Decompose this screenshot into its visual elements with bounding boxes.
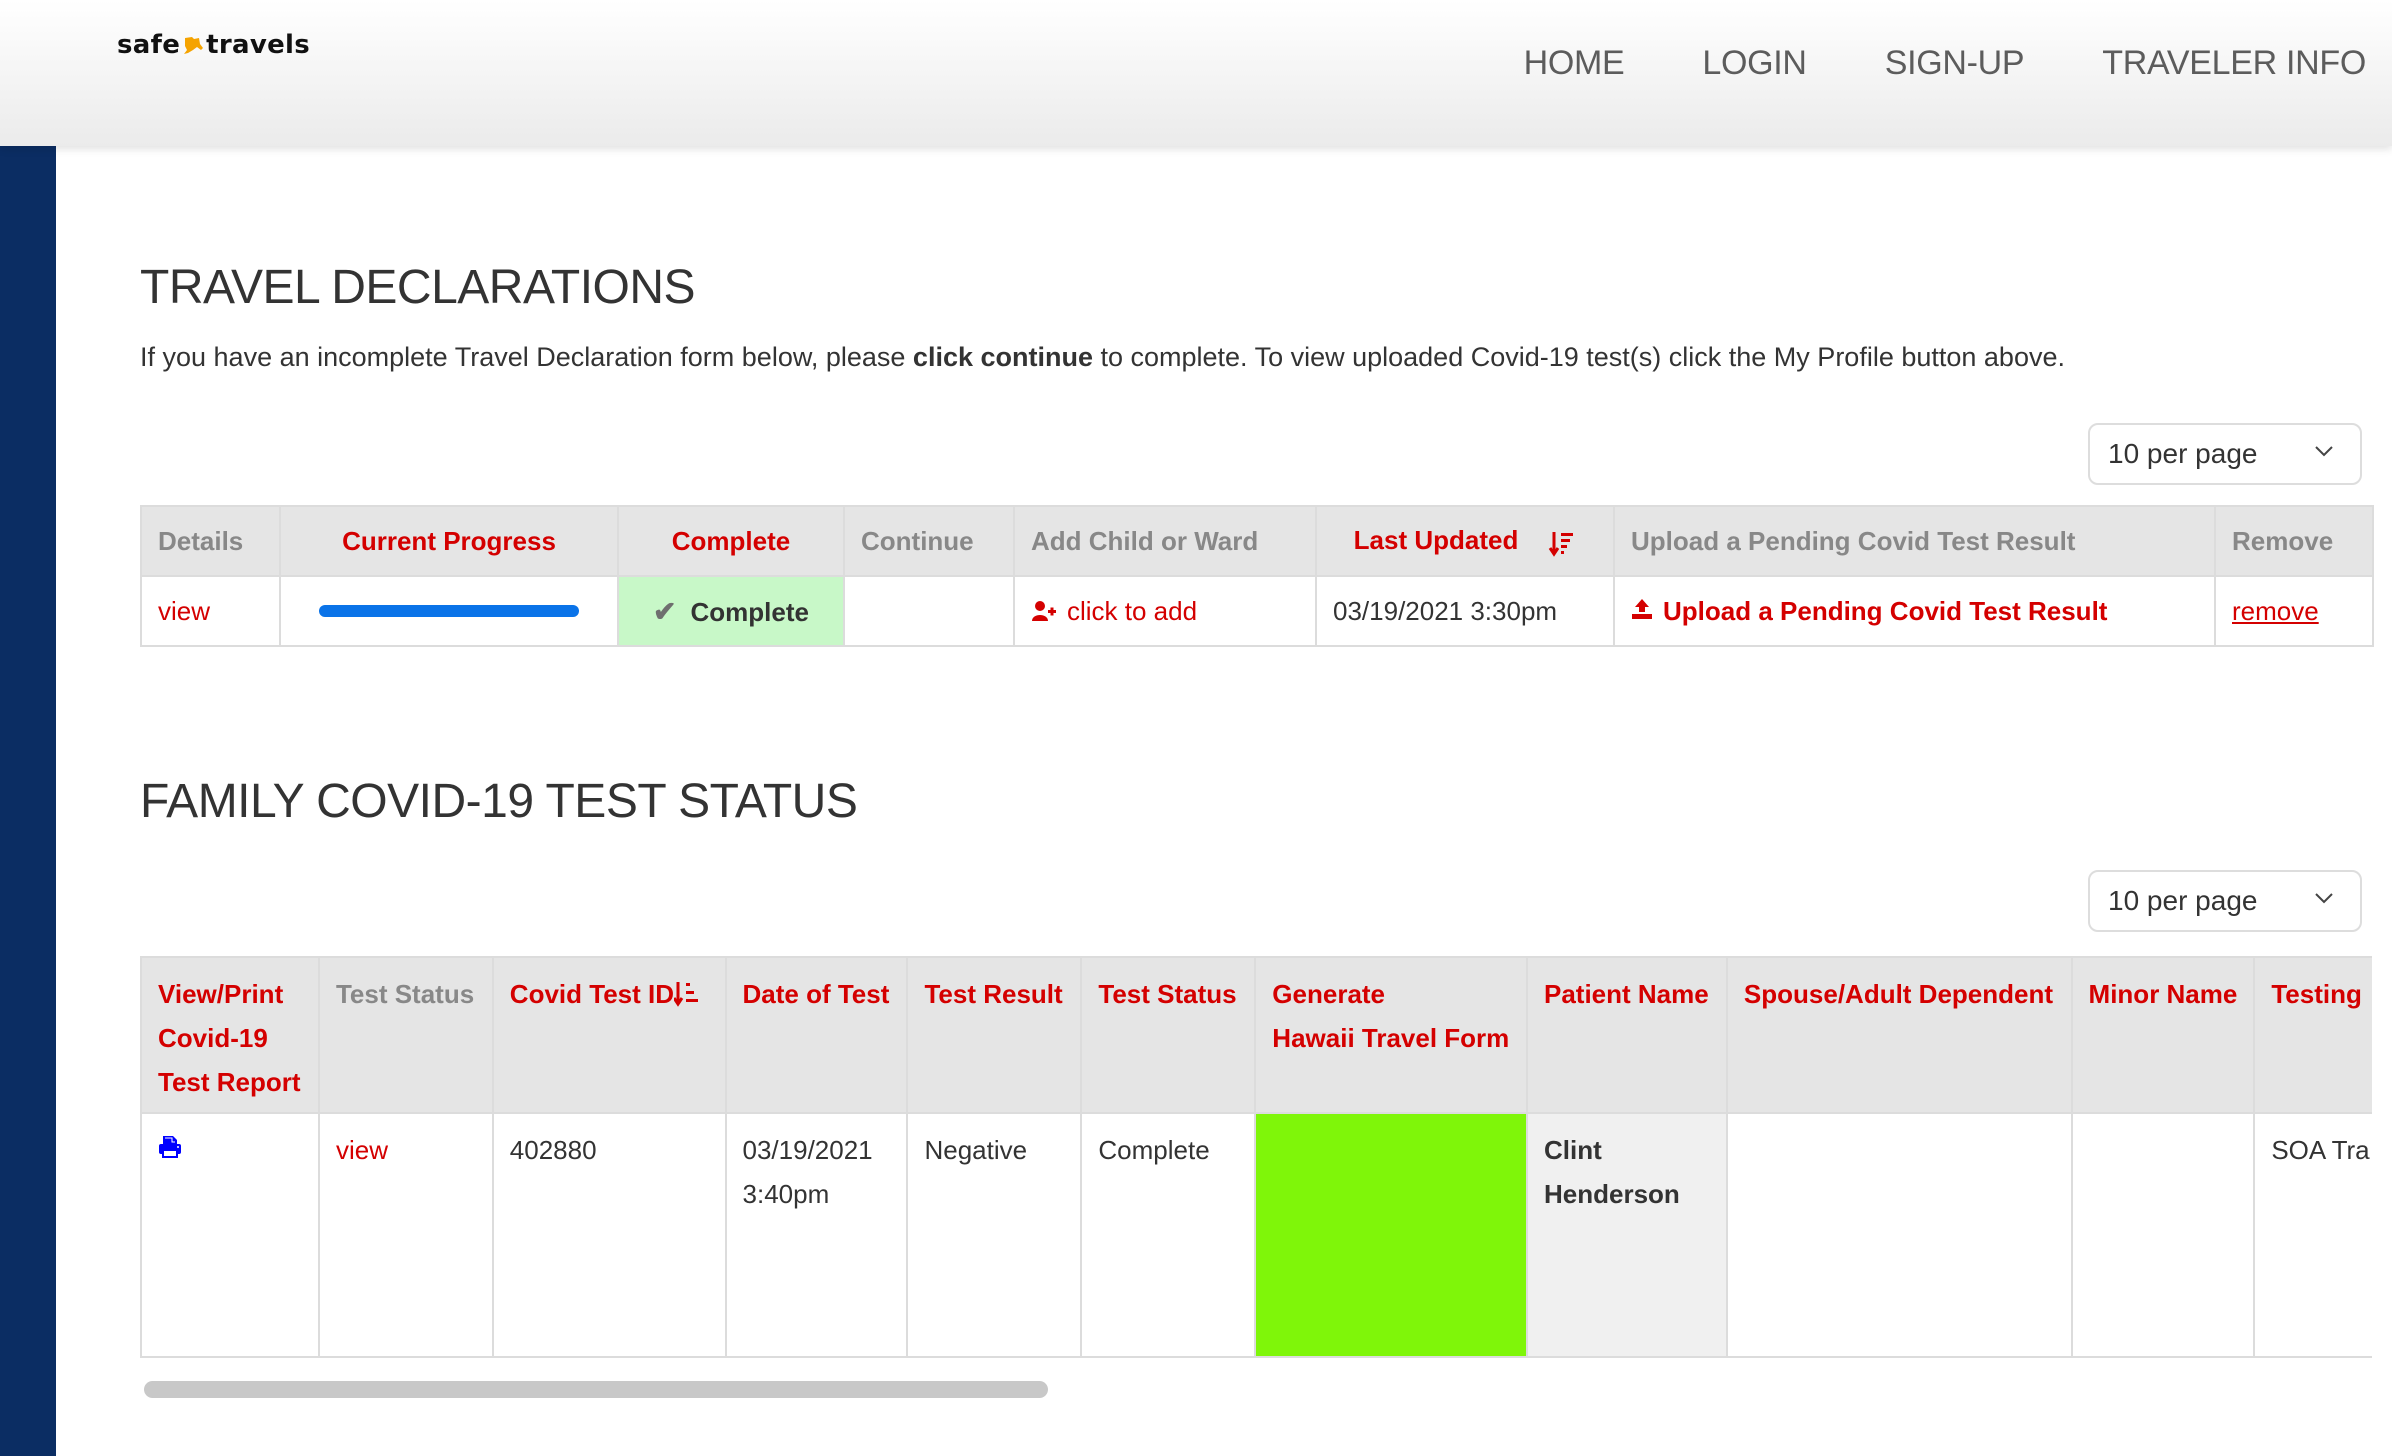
patient-first-name: Clint	[1543, 1135, 1602, 1165]
add-child-link[interactable]: click to add	[1031, 596, 1197, 626]
declarations-per-page-select[interactable]: 10 per page	[2088, 423, 2362, 485]
table-row: view 402880 03/19/2021 3:40pm Negative Co…	[140, 1112, 2372, 1358]
col-test-status-1[interactable]: Test Status	[317, 956, 494, 1114]
col-testing[interactable]: Testing	[2253, 956, 2372, 1114]
test-time: 3:40pm	[742, 1179, 830, 1209]
col-test-status-2[interactable]: Test Status	[1080, 956, 1257, 1114]
last-updated-label: Last Updated	[1353, 525, 1519, 556]
testing-cell: SOA Tra	[2253, 1112, 2372, 1358]
progress-bar	[319, 605, 579, 617]
sort-desc-icon[interactable]	[1548, 529, 1576, 557]
col-view-print[interactable]: View/Print Covid-19 Test Report	[140, 956, 320, 1114]
header-line: Test Report	[158, 1067, 301, 1097]
logo-text-safe: safe	[117, 30, 181, 60]
view-link[interactable]: view	[158, 596, 210, 626]
intro-bold: click continue	[912, 342, 1093, 372]
check-icon: ✔	[653, 595, 677, 627]
covid-test-id-cell: 402880	[491, 1112, 727, 1358]
nav-traveler-info[interactable]: TRAVELER INFO	[2102, 44, 2366, 83]
col-remove[interactable]: Remove	[2214, 505, 2374, 577]
nav-sign-up[interactable]: SIGN-UP	[1885, 44, 2025, 83]
col-patient-name[interactable]: Patient Name	[1525, 956, 1728, 1114]
col-add-child[interactable]: Add Child or Ward	[1013, 505, 1317, 577]
generate-hawaii-form-cell[interactable]	[1254, 1112, 1528, 1358]
col-complete[interactable]: Complete	[617, 505, 845, 577]
chevron-down-icon	[2315, 446, 2333, 457]
add-child-cell: click to add	[1013, 575, 1317, 647]
declarations-intro: If you have an incomplete Travel Declara…	[140, 342, 2065, 373]
col-minor-name[interactable]: Minor Name	[2070, 956, 2256, 1114]
nav-login[interactable]: LOGIN	[1702, 44, 1807, 83]
intro-text-1: If you have an incomplete Travel Declara…	[140, 342, 913, 372]
header-line: Hawaii Travel Form	[1272, 1023, 1510, 1053]
covid-test-id-label: Covid Test ID	[509, 979, 674, 1009]
patient-name-cell: Clint Henderson	[1525, 1112, 1728, 1358]
logo-text-travels: travels	[206, 30, 311, 60]
user-plus-icon	[1032, 600, 1056, 621]
col-upload[interactable]: Upload a Pending Covid Test Result	[1613, 505, 2216, 577]
minor-cell	[2070, 1112, 2256, 1358]
print-cell	[140, 1112, 320, 1358]
col-covid-test-id[interactable]: Covid Test ID	[491, 956, 727, 1114]
main-nav: HOME LOGIN SIGN-UP TRAVELER INFO	[1446, 44, 2367, 83]
complete-status: Complete	[690, 596, 809, 627]
spouse-cell	[1725, 1112, 2073, 1358]
add-child-label: click to add	[1067, 595, 1198, 626]
table-header-row: View/Print Covid-19 Test Report Test Statu…	[140, 956, 2372, 1114]
complete-cell: ✔ Complete	[617, 575, 845, 647]
sort-desc-icon[interactable]	[672, 979, 700, 1007]
patient-last-name: Henderson	[1543, 1179, 1680, 1209]
col-current-progress[interactable]: Current Progress	[279, 505, 619, 577]
remove-cell: remove	[2214, 575, 2374, 647]
safe-travels-logo[interactable]: safe travels	[117, 30, 310, 60]
last-updated-cell: 03/19/2021 3:30pm	[1315, 575, 1615, 647]
upload-label: Upload a Pending Covid Test Result	[1663, 595, 2108, 626]
travel-declarations-title: TRAVEL DECLARATIONS	[140, 261, 696, 314]
test-status-cell: Complete	[1080, 1112, 1257, 1358]
upload-pending-link[interactable]: Upload a Pending Covid Test Result	[1631, 596, 2107, 626]
col-spouse[interactable]: Spouse/Adult Dependent	[1725, 956, 2073, 1114]
alaska-map-icon	[184, 37, 204, 54]
header-line: Generate	[1272, 979, 1386, 1009]
family-covid-table: View/Print Covid-19 Test Report Test Statu…	[140, 956, 2372, 1358]
chevron-down-icon	[2315, 893, 2333, 904]
continue-cell	[843, 575, 1015, 647]
horizontal-scrollbar[interactable]	[144, 1381, 1048, 1398]
top-header: safe travels HOME LOGIN SIGN-UP TRAVELER…	[0, 0, 2392, 146]
per-page-value: 10 per page	[2108, 885, 2258, 916]
test-status-view-cell: view	[317, 1112, 494, 1358]
intro-text-2: to complete. To view uploaded Covid-19 t…	[1092, 342, 2065, 372]
col-generate-hawaii-form[interactable]: Generate Hawaii Travel Form	[1254, 956, 1528, 1114]
col-test-result[interactable]: Test Result	[906, 956, 1083, 1114]
family-per-page-select[interactable]: 10 per page	[2088, 870, 2362, 932]
per-page-value: 10 per page	[2108, 438, 2258, 469]
left-sidebar-bar	[0, 146, 56, 1456]
family-table-scroll-container: View/Print Covid-19 Test Report Test Statu…	[140, 956, 2372, 1376]
family-test-status-title: FAMILY COVID-19 TEST STATUS	[140, 775, 858, 828]
col-date-of-test[interactable]: Date of Test	[724, 956, 909, 1114]
details-cell: view	[140, 575, 281, 647]
print-icon[interactable]	[158, 1135, 182, 1159]
remove-link[interactable]: remove	[2232, 596, 2319, 626]
test-date: 03/19/2021	[742, 1135, 873, 1165]
date-of-test-cell: 03/19/2021 3:40pm	[724, 1112, 909, 1358]
table-row: view ✔ Complete click to add 03/19/2021 3…	[140, 575, 2374, 647]
upload-icon	[1632, 598, 1652, 619]
view-link[interactable]: view	[336, 1135, 388, 1165]
nav-home[interactable]: HOME	[1524, 44, 1625, 83]
progress-cell	[279, 575, 619, 647]
col-last-updated[interactable]: Last Updated	[1315, 505, 1615, 577]
travel-declarations-table: Details Current Progress Complete Contin…	[140, 505, 2374, 647]
header-line: View/Print	[158, 979, 284, 1009]
upload-cell: Upload a Pending Covid Test Result	[1613, 575, 2216, 647]
col-details[interactable]: Details	[140, 505, 281, 577]
table-header-row: Details Current Progress Complete Contin…	[140, 505, 2374, 577]
col-continue[interactable]: Continue	[843, 505, 1015, 577]
test-result-cell: Negative	[906, 1112, 1083, 1358]
header-line: Covid-19	[158, 1023, 268, 1053]
